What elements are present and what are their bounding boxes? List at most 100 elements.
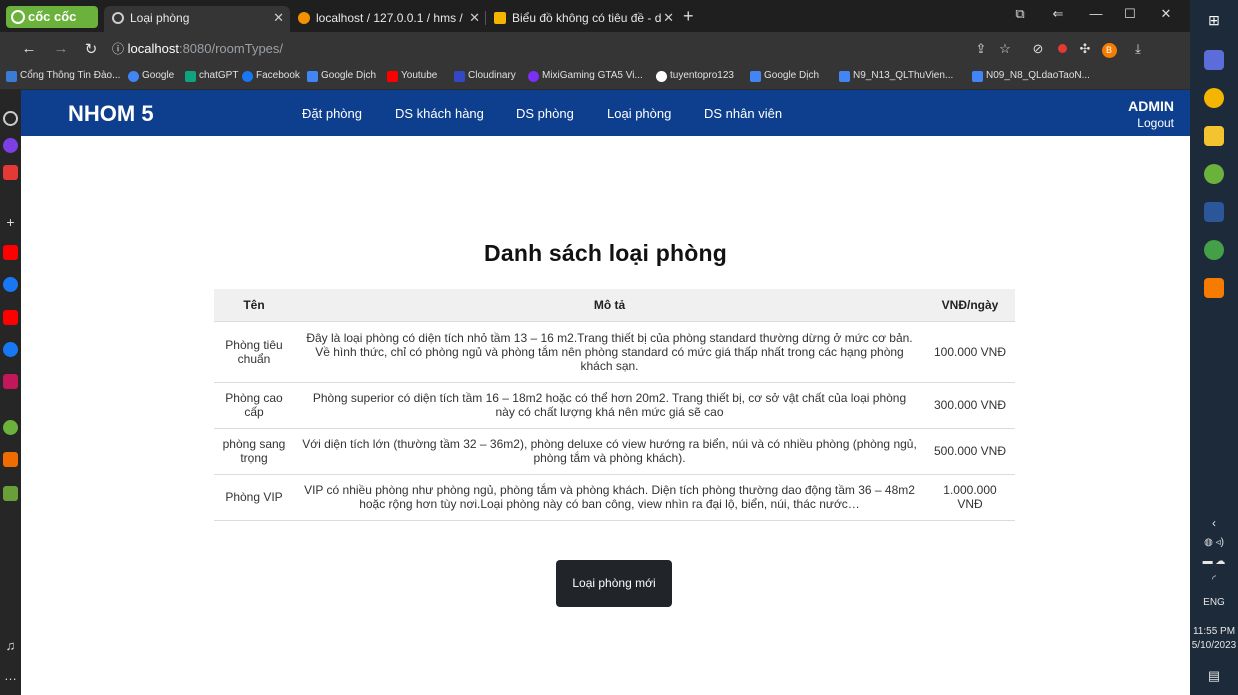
tab-google-sheets[interactable]: Biểu đồ không có tiêu đề - d ✕ xyxy=(486,6,680,32)
chevron-left-icon[interactable]: ‹ xyxy=(1190,516,1238,530)
minimize-icon[interactable]: — xyxy=(1086,6,1106,21)
coccoc-logo[interactable]: cốc cốc xyxy=(6,6,98,28)
mixigaming-icon xyxy=(528,71,539,82)
bookmark-star-icon[interactable]: ☆ xyxy=(997,41,1013,57)
tab-phpmyadmin[interactable]: localhost / 127.0.0.1 / hms / ✕ xyxy=(290,6,486,32)
nav-ds-phong[interactable]: DS phòng xyxy=(516,106,574,121)
coccoc-icon[interactable] xyxy=(3,420,18,435)
info-icon: ⓘ xyxy=(112,42,125,56)
wifi-icon[interactable]: ◜ xyxy=(1190,574,1238,585)
forward-icon[interactable]: → xyxy=(52,40,70,57)
shop-icon[interactable] xyxy=(3,452,18,467)
chrome-icon[interactable] xyxy=(1204,88,1224,108)
browser-sidebar: + ♫ … xyxy=(0,90,21,695)
clock-date[interactable]: 5/10/2023 xyxy=(1190,640,1238,651)
room-type-price: 100.000 VNĐ xyxy=(925,320,1015,382)
bookmark-item[interactable]: Cổng Thông Tin Đào... xyxy=(6,70,120,82)
room-type-name: Phòng VIP xyxy=(214,473,294,521)
table-row[interactable]: Phòng tiêu chuẩn Đây là loại phòng có di… xyxy=(214,320,1015,382)
tab-favicon-icon xyxy=(112,12,124,24)
record-icon[interactable] xyxy=(1054,41,1070,57)
bookmark-item[interactable]: Google Dịch xyxy=(307,70,376,82)
profile-avatar[interactable]: B xyxy=(1101,41,1117,58)
volume-icon[interactable]: ◍ ◃) xyxy=(1190,537,1238,548)
facebook-icon[interactable] xyxy=(3,342,18,357)
onedrive-icon[interactable]: ▬ ☁ xyxy=(1190,556,1238,567)
bookmark-item[interactable]: Google xyxy=(128,70,174,82)
logout-link[interactable]: Logout xyxy=(1137,116,1174,130)
bookmark-item[interactable]: Cloudinary xyxy=(454,70,516,82)
column-header-price: VNĐ/ngày xyxy=(925,289,1015,321)
bookmark-item[interactable]: MixiGaming GTA5 Vi... xyxy=(528,70,643,82)
bookmark-item[interactable]: N9_N13_QLThuVien... xyxy=(839,70,953,82)
app-icon[interactable] xyxy=(1204,50,1224,70)
facebook-icon[interactable] xyxy=(3,277,18,292)
bookmark-item[interactable]: Google Dịch xyxy=(750,70,819,82)
bookmark-item[interactable]: tuyentopro123 xyxy=(656,70,734,82)
nav-ds-nhan-vien[interactable]: DS nhân viên xyxy=(704,106,782,121)
page-title: Danh sách loại phòng xyxy=(484,240,727,266)
back-icon[interactable]: ← xyxy=(20,40,38,57)
nav-loai-phong[interactable]: Loại phòng xyxy=(607,106,671,121)
maximize-icon[interactable]: ☐ xyxy=(1120,6,1140,22)
room-type-description: Phòng superior có diện tích tầm 16 – 18m… xyxy=(294,381,925,428)
windows-start-icon[interactable]: ⊞ xyxy=(1204,10,1224,30)
nav-ds-khach-hang[interactable]: DS khách hàng xyxy=(395,106,484,121)
brand[interactable]: NHOM 5 xyxy=(68,101,154,127)
facebook-icon xyxy=(242,71,253,82)
url-field[interactable]: ⓘ localhost:8080/roomTypes/ xyxy=(112,40,283,57)
nav-dat-phong[interactable]: Đặt phòng xyxy=(302,106,362,121)
bookmark-icon xyxy=(6,71,17,82)
more-icon[interactable]: … xyxy=(3,668,18,683)
youtube-icon[interactable] xyxy=(3,245,18,260)
room-type-price: 300.000 VNĐ xyxy=(925,381,1015,428)
room-type-description: VIP có nhiều phòng như phòng ngủ, phòng … xyxy=(294,473,925,521)
tab-loai-phong[interactable]: Loại phòng ✕ xyxy=(104,6,290,32)
table-row[interactable]: Phòng cao cấp Phòng superior có diện tíc… xyxy=(214,381,1015,428)
close-tab-icon[interactable]: ✕ xyxy=(469,6,480,30)
snap-icon[interactable]: ⇐ xyxy=(1048,6,1068,22)
web-page: NHOM 5 Đặt phòng DS khách hàng DS phòng … xyxy=(21,90,1190,695)
room-type-price: 500.000 VNĐ xyxy=(925,427,1015,474)
close-tab-icon[interactable]: ✕ xyxy=(273,6,284,30)
column-header-name: Tên xyxy=(214,289,294,321)
notification-icon[interactable]: ▤ xyxy=(1190,668,1238,684)
table-row[interactable]: phòng sang trọng Với diện tích lớn (thườ… xyxy=(214,427,1015,474)
reload-icon[interactable]: ↻ xyxy=(82,40,100,58)
messenger-icon[interactable] xyxy=(3,138,18,153)
table-row[interactable]: Phòng VIP VIP có nhiều phòng như phòng n… xyxy=(214,473,1015,521)
docs-icon xyxy=(839,71,850,82)
app-icon[interactable] xyxy=(3,374,18,389)
game-icon[interactable] xyxy=(3,486,18,501)
clock-time[interactable]: 11:55 PM xyxy=(1190,626,1238,637)
share-icon[interactable]: ⇪ xyxy=(973,41,989,57)
close-tab-icon[interactable]: ✕ xyxy=(663,6,674,30)
xampp-icon[interactable] xyxy=(1204,278,1224,298)
bookmark-item[interactable]: Facebook xyxy=(242,70,300,82)
browser-tab-bar: cốc cốc Loại phòng ✕ localhost / 127.0.0… xyxy=(0,0,1190,32)
address-bar: ← → ↻ ⓘ localhost:8080/roomTypes/ ⇪ ☆ ⊘ … xyxy=(0,32,1190,66)
extension-icon[interactable]: ⊘ xyxy=(1030,41,1046,57)
sheets-icon xyxy=(494,12,506,24)
history-icon[interactable] xyxy=(3,111,18,126)
download-icon[interactable]: ⤓ xyxy=(1130,41,1146,57)
bookmark-item[interactable]: Youtube xyxy=(387,70,437,82)
youtube-icon[interactable] xyxy=(3,310,18,325)
new-tab-icon[interactable]: + xyxy=(683,6,694,26)
file-explorer-icon[interactable] xyxy=(1204,126,1224,146)
room-type-name: Phòng tiêu chuẩn xyxy=(214,320,294,382)
bookmark-item[interactable]: chatGPT xyxy=(185,70,238,82)
bell-icon[interactable]: ♫ xyxy=(3,638,18,653)
app-icon[interactable] xyxy=(3,165,18,180)
room-type-description: Với diện tích lớn (thường tầm 32 – 36m2)… xyxy=(294,427,925,474)
add-icon[interactable]: + xyxy=(3,215,18,230)
spring-icon[interactable] xyxy=(1204,240,1224,260)
coccoc-icon[interactable] xyxy=(1204,164,1224,184)
language-indicator[interactable]: ENG xyxy=(1190,597,1238,608)
new-room-type-button[interactable]: Loại phòng mới xyxy=(556,560,672,607)
close-window-icon[interactable]: ✕ xyxy=(1156,6,1176,22)
puzzle-icon[interactable]: ✣ xyxy=(1077,41,1093,57)
word-icon[interactable] xyxy=(1204,202,1224,222)
bookmark-item[interactable]: N09_N8_QLdaoTaoN... xyxy=(972,70,1090,82)
tab-search-icon[interactable]: ⧉ xyxy=(1010,6,1030,22)
